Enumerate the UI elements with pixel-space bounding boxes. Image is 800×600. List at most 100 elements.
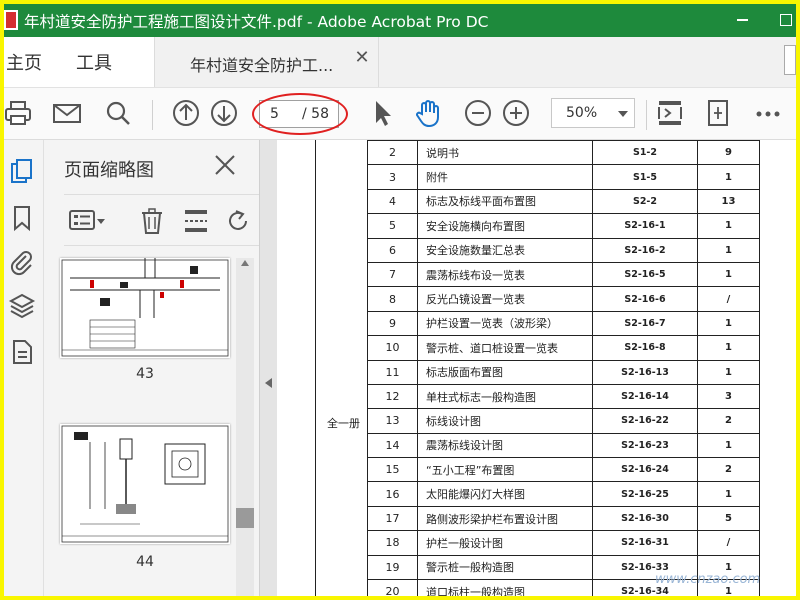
table-row: 15 “五小工程”布置图 S2-16-24 2: [367, 457, 760, 483]
row-index: 14: [367, 432, 418, 459]
panel-collapse-strip[interactable]: [259, 140, 277, 596]
window-title: 年村道安全防护工程施工图设计文件.pdf - Adobe Acrobat Pro…: [24, 13, 489, 31]
row-index: 13: [367, 408, 418, 434]
table-row: 12 单柱式标志一般构造图 S2-16-14 3: [367, 383, 760, 410]
row-index: 8: [367, 286, 418, 312]
row-title: 反光凸镜设置一览表: [417, 286, 593, 312]
row-title: 震荡标线布设一览表: [417, 261, 593, 288]
volume-label: 全一册: [327, 417, 360, 430]
row-page-count: 1: [697, 213, 760, 239]
row-title: 标线设计图: [417, 408, 593, 434]
row-index: 19: [367, 554, 418, 581]
thumbnails-scrollbar[interactable]: [236, 258, 254, 596]
row-index: 16: [367, 481, 418, 507]
close-icon[interactable]: [212, 152, 238, 178]
chevron-down-icon: [618, 111, 628, 117]
row-title: 护栏设置一览表（波形梁）: [417, 310, 593, 337]
hand-tool-icon[interactable]: [414, 98, 442, 128]
row-title: 单柱式标志一般构造图: [417, 383, 593, 410]
row-page-count: 5: [697, 505, 760, 532]
trash-icon[interactable]: [138, 207, 166, 235]
row-page-count: 1: [697, 164, 760, 190]
row-page-count: 1: [697, 335, 760, 361]
row-index: 4: [367, 188, 418, 215]
email-icon[interactable]: [52, 98, 81, 128]
thumbnails-panel: 页面缩略图 43 44: [44, 140, 259, 596]
more-icon[interactable]: [754, 98, 782, 128]
tab-strip-empty: [379, 37, 796, 87]
document-view[interactable]: 全一册 2 说明书 S1-2 9 3 附件 S1-5 1 4 标志及标线平面布置图 S2-2 13 5 安…: [277, 140, 796, 596]
prev-page-icon[interactable]: [172, 98, 200, 128]
row-page-count: 3: [697, 383, 760, 410]
row-page-count: /: [697, 530, 760, 556]
left-nav-rail: [4, 140, 44, 596]
row-index: 7: [367, 261, 418, 288]
thumbnail-page-number: 44: [136, 554, 154, 570]
fit-page-icon[interactable]: [656, 98, 684, 128]
search-icon[interactable]: [104, 98, 132, 128]
row-index: 6: [367, 237, 418, 263]
row-title: 路侧波形梁护栏布置设计图: [417, 505, 593, 532]
row-title: 安全设施数量汇总表: [417, 237, 593, 263]
toolbar-divider: [152, 100, 153, 130]
row-title: 安全设施横向布置图: [417, 213, 593, 239]
maximize-button[interactable]: [776, 10, 796, 30]
row-drawing-code: S1-5: [592, 164, 698, 190]
tab-scroll-button[interactable]: [784, 45, 796, 75]
row-drawing-code: S2-16-22: [592, 408, 698, 434]
tab-home[interactable]: 主页: [6, 49, 42, 75]
scroll-up-arrow[interactable]: [241, 260, 249, 266]
row-page-count: 1: [697, 261, 760, 288]
zoom-select[interactable]: 50%: [551, 98, 635, 128]
collapse-arrow-icon[interactable]: [265, 378, 272, 388]
red-highlight-ellipse: [252, 93, 348, 135]
row-drawing-code: S2-16-23: [592, 432, 698, 459]
layers-icon[interactable]: [8, 292, 36, 320]
table-row: 14 震荡标线设计图 S2-16-23 1: [367, 432, 760, 459]
row-drawing-code: S2-16-31: [592, 530, 698, 556]
tab-bar: 主页 工具 年村道安全防护工... ✕: [4, 37, 796, 87]
tab-tools[interactable]: 工具: [76, 49, 112, 75]
tab-document-label: 年村道安全防护工...: [190, 56, 334, 75]
row-title: 警示桩一般构造图: [417, 554, 593, 581]
minimize-button[interactable]: [732, 10, 752, 30]
row-page-count: 2: [697, 457, 760, 483]
row-title: 震荡标线设计图: [417, 432, 593, 459]
page-thumbnail[interactable]: [60, 258, 230, 358]
row-drawing-code: S1-2: [592, 140, 698, 166]
row-drawing-code: S2-16-1: [592, 213, 698, 239]
table-row: 8 反光凸镜设置一览表 S2-16-6/: [367, 286, 760, 312]
zoom-out-icon[interactable]: [464, 98, 492, 128]
row-drawing-code: S2-16-2: [592, 237, 698, 263]
table-row: 16 太阳能爆闪灯大样图 S2-16-25 1: [367, 481, 760, 507]
next-page-icon[interactable]: [210, 98, 238, 128]
document-properties-icon[interactable]: [8, 338, 36, 366]
page-thumbnail[interactable]: [60, 424, 230, 544]
tab-document[interactable]: 年村道安全防护工... ✕: [154, 37, 379, 87]
row-title: “五小工程”布置图: [417, 457, 593, 483]
table-row: 17 路侧波形梁护栏布置设计图 S2-16-30 5: [367, 505, 760, 532]
row-page-count: 1: [697, 359, 760, 385]
page-thumbnails-icon[interactable]: [8, 158, 36, 186]
insert-page-icon[interactable]: [182, 207, 210, 235]
drawing-index-table: 2 说明书 S1-2 9 3 附件 S1-5 1 4 标志及标线平面布置图 S2-2 13 5 安全设施横…: [367, 140, 760, 596]
row-title: 说明书: [417, 140, 593, 166]
attachment-icon[interactable]: [8, 248, 36, 276]
rotate-view-icon[interactable]: [704, 98, 732, 128]
select-cursor-icon[interactable]: [368, 98, 396, 128]
bookmark-icon[interactable]: [8, 204, 36, 232]
scrollbar-thumb[interactable]: [236, 508, 254, 528]
zoom-in-icon[interactable]: [502, 98, 530, 128]
row-drawing-code: S2-16-8: [592, 335, 698, 361]
table-row: 4 标志及标线平面布置图 S2-2 13: [367, 188, 760, 215]
options-menu-icon[interactable]: [68, 207, 108, 235]
table-row: 9 护栏设置一览表（波形梁） S2-16-7 1: [367, 310, 760, 337]
row-title: 护栏一般设计图: [417, 530, 593, 556]
close-tab-icon[interactable]: ✕: [351, 47, 373, 68]
row-drawing-code: S2-16-6: [592, 286, 698, 312]
print-icon[interactable]: [4, 98, 32, 128]
row-page-count: /: [697, 286, 760, 312]
row-title: 道口标柱一般构造图: [417, 579, 593, 596]
table-row: 5 安全设施横向布置图 S2-16-1 1: [367, 213, 760, 239]
rotate-icon[interactable]: [224, 207, 252, 235]
